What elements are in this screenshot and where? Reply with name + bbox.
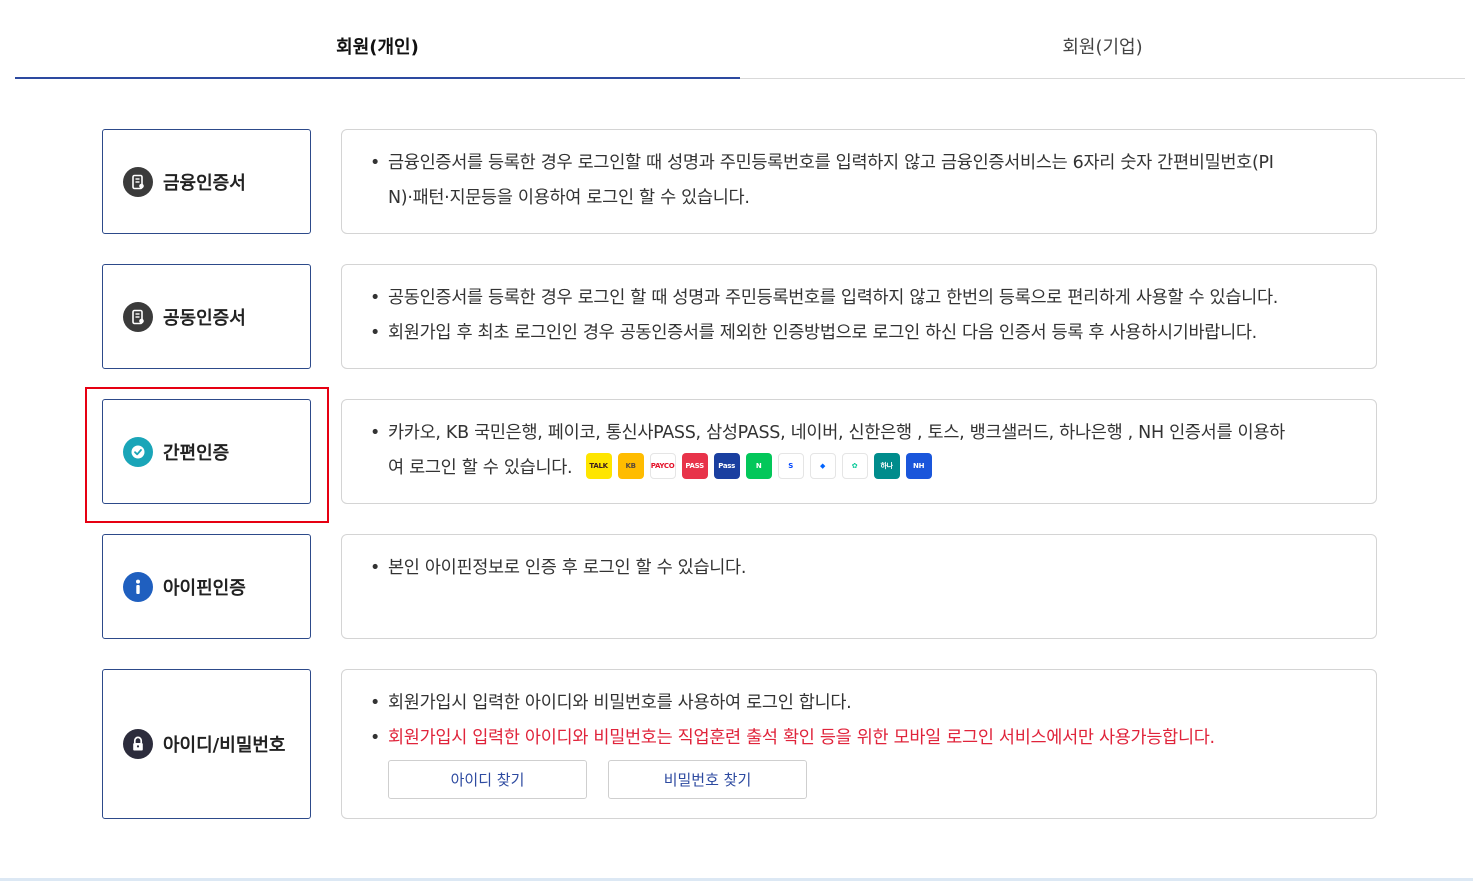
mobile-login-warning: 회원가입시 입력한 아이디와 비밀번호는 직업훈련 출석 확인 등을 위한 모바… (370, 721, 1354, 756)
financial-cert-button[interactable]: 금융인증서 (102, 129, 311, 234)
description-line: 본인 아이핀정보로 인증 후 로그인 할 수 있습니다. (370, 551, 1354, 586)
samsung-pass-logo-icon: Pass (713, 453, 740, 479)
description-line: 회원가입 후 최초 로그인인 경우 공동인증서를 제외한 인증방법으로 로그인 … (370, 316, 1354, 351)
lock-icon (123, 729, 153, 759)
financial-cert-description: 금융인증서를 등록한 경우 로그인할 때 성명과 주민등록번호를 입력하지 않고… (341, 129, 1377, 234)
description-line: 카카오, KB 국민은행, 페이코, 통신사PASS, 삼성PASS, 네이버,… (370, 416, 1354, 486)
naver-logo-icon: N (745, 453, 772, 479)
joint-cert-description: 공동인증서를 등록한 경우 로그인 할 때 성명과 주민등록번호를 입력하지 않… (341, 264, 1377, 369)
toss-logo-icon: ◆ (809, 453, 836, 479)
certificate-icon (123, 166, 153, 197)
check-circle-icon (123, 436, 153, 467)
method-label: 금융인증서 (163, 172, 246, 194)
tab-corporate[interactable]: 회원(기업) (740, 0, 1465, 79)
description-line: 회원가입시 입력한 아이디와 비밀번호를 사용하여 로그인 합니다. (370, 686, 1354, 721)
id-password-button[interactable]: 아이디/비밀번호 (102, 669, 311, 819)
description-line: 공동인증서를 등록한 경우 로그인 할 때 성명과 주민등록번호를 입력하지 않… (370, 281, 1354, 316)
login-type-tabs: 회원(개인) 회원(기업) (15, 0, 1465, 79)
method-label: 간편인증 (163, 442, 230, 464)
banksalad-logo-icon: ✿ (841, 453, 868, 479)
kb-logo-icon: KB (617, 453, 644, 479)
joint-cert-button[interactable]: 공동인증서 (102, 264, 311, 369)
shinhan-logo-icon: S (777, 453, 804, 479)
tab-personal[interactable]: 회원(개인) (15, 0, 740, 79)
pass-logo-icon: PASS (681, 453, 708, 479)
find-account-buttons: 아이디 찾기 비밀번호 찾기 (370, 760, 1354, 799)
method-label: 아이디/비밀번호 (163, 735, 286, 756)
certificate-icon (123, 301, 153, 332)
find-password-button[interactable]: 비밀번호 찾기 (608, 760, 807, 799)
info-icon (123, 571, 153, 602)
method-label: 아이핀인증 (163, 577, 246, 599)
id-password-description: 회원가입시 입력한 아이디와 비밀번호를 사용하여 로그인 합니다. 회원가입시… (341, 669, 1377, 819)
kakao-logo-icon: TALK (585, 453, 612, 479)
payco-logo-icon: PAYCO (649, 453, 676, 479)
simple-auth-button[interactable]: 간편인증 (102, 399, 311, 504)
method-label: 공동인증서 (163, 307, 246, 329)
ipin-description: 본인 아이핀정보로 인증 후 로그인 할 수 있습니다. (341, 534, 1377, 639)
nh-logo-icon: NH (905, 453, 932, 479)
provider-logos: TALK KB PAYCO PASS Pass N S ◆ ✿ 하나 NH (585, 453, 932, 479)
description-line: 금융인증서를 등록한 경우 로그인할 때 성명과 주민등록번호를 입력하지 않고… (370, 146, 1354, 216)
find-id-button[interactable]: 아이디 찾기 (388, 760, 587, 799)
ipin-auth-button[interactable]: 아이핀인증 (102, 534, 311, 639)
simple-auth-description: 카카오, KB 국민은행, 페이코, 통신사PASS, 삼성PASS, 네이버,… (341, 399, 1377, 504)
hana-logo-icon: 하나 (873, 453, 900, 479)
